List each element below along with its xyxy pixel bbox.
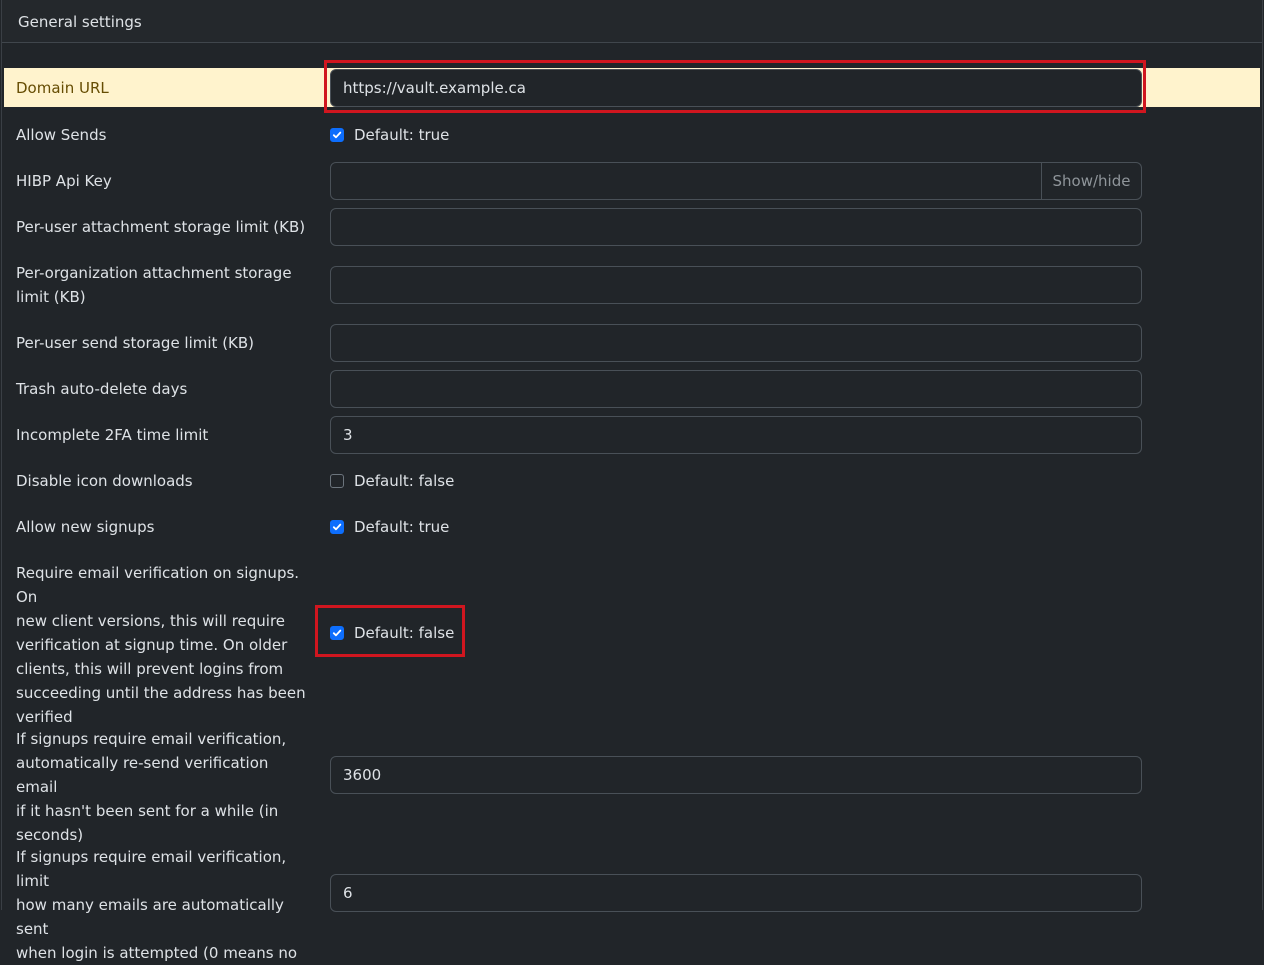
annotation-box-domain-url bbox=[324, 60, 1146, 113]
signup-verify-label: Require email verification on signups. O… bbox=[16, 564, 306, 726]
allow-sends-checkbox[interactable] bbox=[330, 128, 344, 142]
row-allow-signups: Allow new signups Default: true bbox=[4, 515, 1260, 539]
allow-sends-hint: Default: true bbox=[354, 126, 450, 144]
allow-signups-checkbox[interactable] bbox=[330, 520, 344, 534]
hibp-api-key-label: HIBP Api Key bbox=[16, 172, 112, 190]
hibp-api-key-input[interactable] bbox=[330, 162, 1042, 200]
row-trash-days: Trash auto-delete days bbox=[4, 370, 1260, 408]
row-resend-limit: If signups require email verification, l… bbox=[4, 845, 1260, 962]
row-disable-icons: Disable icon downloads Default: false bbox=[4, 469, 1260, 493]
disable-icons-label: Disable icon downloads bbox=[16, 472, 193, 490]
row-user-attachment-limit: Per-user attachment storage limit (KB) bbox=[4, 208, 1260, 246]
user-attachment-limit-label: Per-user attachment storage limit (KB) bbox=[16, 218, 306, 236]
row-hibp-api-key: HIBP Api Key Show/hide bbox=[4, 162, 1260, 200]
check-icon bbox=[332, 523, 342, 531]
annotation-box-signup-verify bbox=[315, 605, 465, 657]
resend-limit-input[interactable]: 6 bbox=[330, 874, 1142, 912]
resend-time-label: If signups require email verification, a… bbox=[16, 730, 287, 844]
resend-limit-label: If signups require email verification, l… bbox=[16, 848, 298, 962]
allow-sends-label: Allow Sends bbox=[16, 126, 107, 144]
user-send-limit-label: Per-user send storage limit (KB) bbox=[16, 334, 255, 352]
row-2fa-limit: Incomplete 2FA time limit 3 bbox=[4, 416, 1260, 454]
row-signup-verify: Require email verification on signups. O… bbox=[4, 561, 1260, 726]
panel-header: General settings bbox=[2, 0, 1262, 43]
row-allow-sends: Allow Sends Default: true bbox=[4, 123, 1260, 147]
user-attachment-limit-input[interactable] bbox=[330, 208, 1142, 246]
resend-time-input[interactable]: 3600 bbox=[330, 756, 1142, 794]
trash-days-input[interactable] bbox=[330, 370, 1142, 408]
disable-icons-hint: Default: false bbox=[354, 472, 455, 490]
trash-days-label: Trash auto-delete days bbox=[16, 380, 188, 398]
twofa-limit-input[interactable]: 3 bbox=[330, 416, 1142, 454]
user-send-limit-input[interactable] bbox=[330, 324, 1142, 362]
row-resend-time: If signups require email verification, a… bbox=[4, 727, 1260, 844]
disable-icons-checkbox[interactable] bbox=[330, 474, 344, 488]
domain-url-label: Domain URL bbox=[16, 79, 109, 97]
allow-signups-hint: Default: true bbox=[354, 518, 450, 536]
row-user-send-limit: Per-user send storage limit (KB) bbox=[4, 324, 1260, 362]
twofa-limit-label: Incomplete 2FA time limit bbox=[16, 426, 209, 444]
allow-signups-label: Allow new signups bbox=[16, 518, 155, 536]
org-attachment-limit-label: Per-organization attachment storage limi… bbox=[16, 264, 292, 306]
row-org-attachment-limit: Per-organization attachment storage limi… bbox=[4, 261, 1260, 311]
check-icon bbox=[332, 131, 342, 139]
show-hide-button[interactable]: Show/hide bbox=[1042, 162, 1142, 200]
org-attachment-limit-input[interactable] bbox=[330, 266, 1142, 304]
